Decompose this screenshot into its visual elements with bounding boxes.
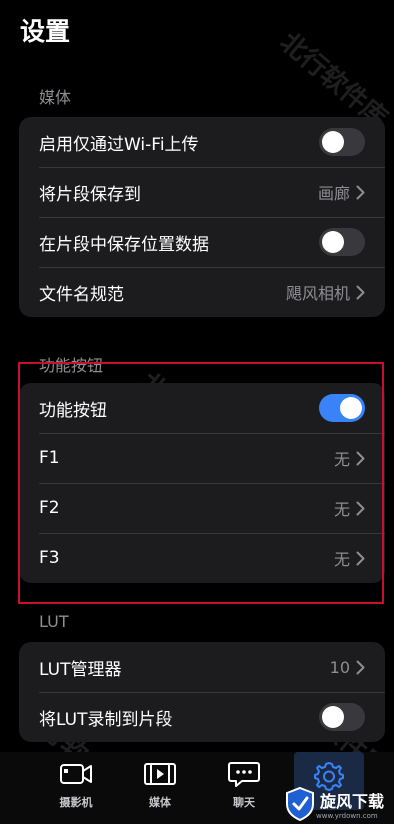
save-location-toggle[interactable] <box>319 228 365 256</box>
media-group: 启用仅通过Wi-Fi上传 将片段保存到 画廊 在片段中保存位置数据 文件名规范 … <box>19 117 385 317</box>
row-label: 将LUT录制到片段 <box>39 709 173 730</box>
wifi-only-upload-toggle[interactable] <box>319 128 365 156</box>
row-label: 功能按钮 <box>39 400 107 421</box>
save-location-row: 在片段中保存位置数据 <box>19 217 385 267</box>
function-buttons-toggle[interactable] <box>319 394 365 422</box>
row-label: F1 <box>39 448 60 468</box>
record-lut-toggle[interactable] <box>319 703 365 731</box>
tab-chat[interactable]: 聊天 <box>208 752 280 812</box>
section-header-lut: LUT <box>39 612 69 631</box>
chevron-right-icon <box>356 185 365 199</box>
logo-url: www.yrdown.com <box>316 812 378 820</box>
logo-text: 旋风下载 <box>320 792 385 811</box>
row-value: 10 <box>329 657 350 677</box>
row-label: 启用仅通过Wi-Fi上传 <box>39 134 199 155</box>
chat-icon <box>228 762 260 787</box>
tab-label: 摄影机 <box>59 796 93 809</box>
section-header-media: 媒体 <box>39 88 72 107</box>
page-title: 设置 <box>20 17 71 46</box>
chevron-right-icon <box>356 660 365 674</box>
row-value: 无 <box>333 450 350 469</box>
chevron-right-icon <box>356 451 365 465</box>
record-lut-row: 将LUT录制到片段 <box>19 692 385 742</box>
f1-row[interactable]: F1 无 <box>19 433 385 483</box>
row-label: 文件名规范 <box>39 284 124 305</box>
section-header-function-buttons: 功能按钮 <box>39 356 104 375</box>
f3-row[interactable]: F3 无 <box>19 533 385 583</box>
row-label: 将片段保存到 <box>39 184 141 205</box>
row-value: 无 <box>333 500 350 519</box>
filename-convention-row[interactable]: 文件名规范 飓风相机 <box>19 267 385 317</box>
shield-logo-icon <box>286 786 314 822</box>
tab-label: 聊天 <box>233 796 255 809</box>
lut-manager-row[interactable]: LUT管理器 10 <box>19 642 385 692</box>
row-label: 在片段中保存位置数据 <box>39 234 209 255</box>
row-value: 飓风相机 <box>285 284 350 303</box>
chevron-right-icon <box>356 551 365 565</box>
row-value: 画廊 <box>317 184 350 203</box>
camera-icon <box>60 764 92 784</box>
tab-label: 媒体 <box>149 796 171 809</box>
film-icon <box>144 763 176 785</box>
function-buttons-row: 功能按钮 <box>19 383 385 433</box>
row-label: LUT管理器 <box>39 659 122 680</box>
tab-media[interactable]: 媒体 <box>124 752 196 812</box>
row-label: F3 <box>39 548 60 568</box>
wifi-only-upload-row: 启用仅通过Wi-Fi上传 <box>19 117 385 167</box>
lut-group: LUT管理器 10 将LUT录制到片段 <box>19 642 385 742</box>
f2-row[interactable]: F2 无 <box>19 483 385 533</box>
row-label: F2 <box>39 498 60 518</box>
site-logo: 旋风下载 www.yrdown.com <box>284 786 384 822</box>
chevron-right-icon <box>356 285 365 299</box>
tab-camera[interactable]: 摄影机 <box>40 752 112 812</box>
row-value: 无 <box>333 550 350 569</box>
chevron-right-icon <box>356 501 365 515</box>
function-buttons-group: 功能按钮 F1 无 F2 无 F3 无 <box>19 383 385 583</box>
save-clips-to-row[interactable]: 将片段保存到 画廊 <box>19 167 385 217</box>
